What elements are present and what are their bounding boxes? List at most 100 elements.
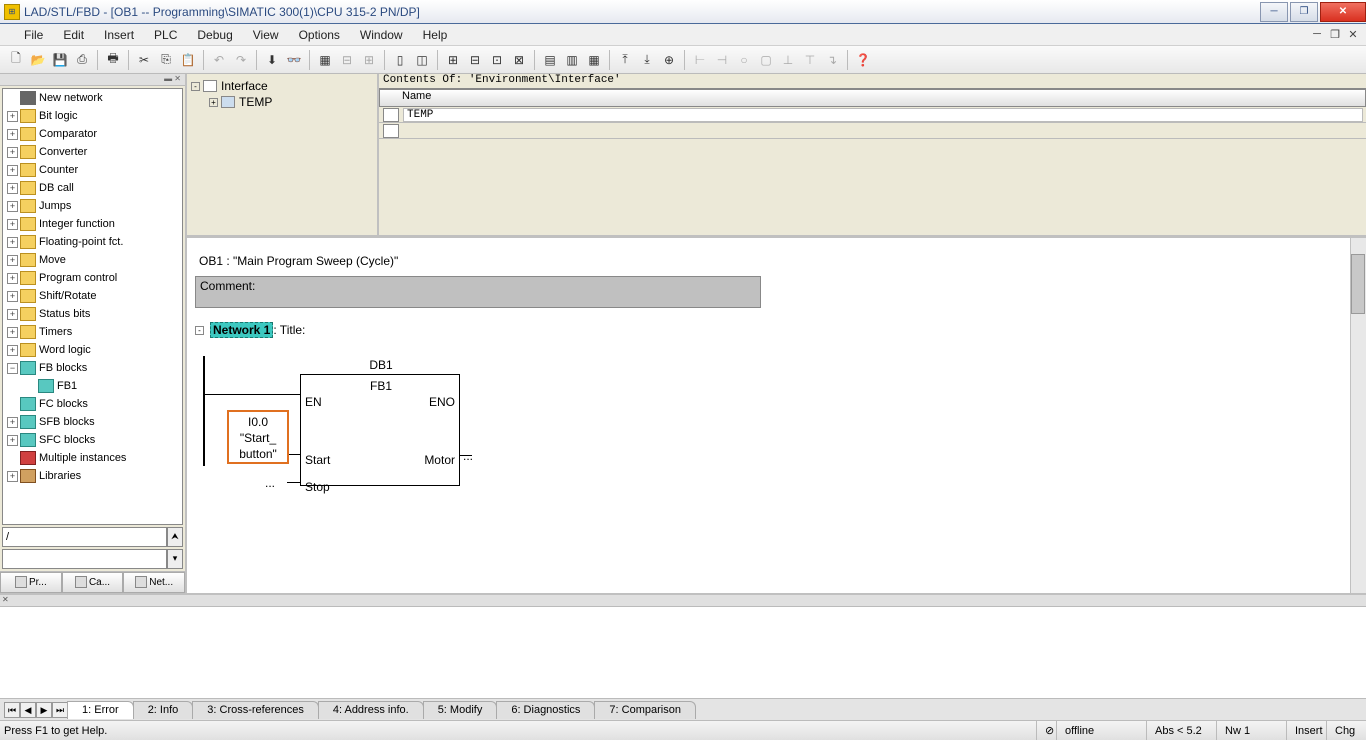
menu-plc[interactable]: PLC (144, 28, 187, 42)
download-icon[interactable]: ⬇ (262, 50, 282, 70)
sidebar-tab-call[interactable]: Ca... (62, 572, 124, 593)
tree-item-timers[interactable]: +Timers (3, 323, 182, 341)
env-col-name[interactable]: Name (379, 89, 1366, 107)
out-tab-error[interactable]: 1: Error (67, 701, 134, 719)
lad1-icon[interactable]: ⊞ (443, 50, 463, 70)
net1-icon[interactable]: ▤ (540, 50, 560, 70)
ref-icon[interactable]: ⊟ (337, 50, 357, 70)
out-tab-info[interactable]: 2: Info (133, 701, 194, 719)
out-nav-last-icon[interactable]: ⏭ (52, 702, 68, 718)
con5-icon[interactable]: ⊥ (778, 50, 798, 70)
out-tab-comp[interactable]: 7: Comparison (594, 701, 696, 719)
menu-debug[interactable]: Debug (187, 28, 242, 42)
tree-item-fb-blocks[interactable]: −FB blocks (3, 359, 182, 377)
out-tab-diag[interactable]: 6: Diagnostics (496, 701, 595, 719)
con3-icon[interactable]: ○ (734, 50, 754, 70)
sidebar-close-icon[interactable]: ▬ ✕ (0, 74, 185, 86)
tree-item-fb1[interactable]: FB1 (3, 377, 182, 395)
interface-tree[interactable]: -Interface +TEMP (187, 74, 379, 235)
copy-icon[interactable]: ⎘ (156, 50, 176, 70)
redo-icon[interactable]: ↷ (231, 50, 251, 70)
save-icon[interactable]: 💾 (50, 50, 70, 70)
out-nav-prev-icon[interactable]: ◀ (20, 702, 36, 718)
con4-icon[interactable]: ▢ (756, 50, 776, 70)
cut-icon[interactable]: ✂ (134, 50, 154, 70)
out-nav-next-icon[interactable]: ▶ (36, 702, 52, 718)
instruction-tree[interactable]: New network+Bit logic+Comparator+Convert… (2, 88, 183, 525)
fb-block[interactable]: DB1 FB1 EN ENO Start Stop Motor (300, 374, 460, 486)
open-icon[interactable]: 📂 (28, 50, 48, 70)
out-nav-first-icon[interactable]: ⏮ (4, 702, 20, 718)
con6-icon[interactable]: ⊤ (800, 50, 820, 70)
comment-box[interactable]: Comment: (195, 276, 761, 308)
tree-item-new-network[interactable]: New network (3, 89, 182, 107)
tree-item-fc-blocks[interactable]: FC blocks (3, 395, 182, 413)
network-label[interactable]: Network 1 (210, 322, 273, 338)
module-icon[interactable]: ▦ (315, 50, 335, 70)
tree-item-integer-function[interactable]: +Integer function (3, 215, 182, 233)
env-row-empty[interactable] (379, 123, 1366, 139)
mdi-close-icon[interactable]: ✕ (1344, 28, 1362, 41)
filter-input[interactable] (2, 527, 167, 547)
start-operand[interactable]: I0.0 "Start_ button" (227, 410, 289, 464)
editor-scrollbar[interactable] (1350, 238, 1366, 593)
goto3-icon[interactable]: ⊕ (659, 50, 679, 70)
menu-edit[interactable]: Edit (53, 28, 94, 42)
help-icon[interactable]: ❓ (853, 50, 873, 70)
mdi-minimize-icon[interactable]: ─ (1308, 28, 1326, 41)
tree-item-comparator[interactable]: +Comparator (3, 125, 182, 143)
lad2-icon[interactable]: ⊟ (465, 50, 485, 70)
tree-item-sfb-blocks[interactable]: +SFB blocks (3, 413, 182, 431)
menu-insert[interactable]: Insert (94, 28, 144, 42)
tree-item-word-logic[interactable]: +Word logic (3, 341, 182, 359)
motor-unassigned[interactable]: ... (463, 449, 473, 463)
tree-item-status-bits[interactable]: +Status bits (3, 305, 182, 323)
menu-help[interactable]: Help (413, 28, 458, 42)
net3-icon[interactable]: ▦ (584, 50, 604, 70)
menu-file[interactable]: File (14, 28, 53, 42)
lad3-icon[interactable]: ⊡ (487, 50, 507, 70)
tree-item-sfc-blocks[interactable]: +SFC blocks (3, 431, 182, 449)
undo-icon[interactable]: ↶ (209, 50, 229, 70)
tree-item-move[interactable]: +Move (3, 251, 182, 269)
tree-item-jumps[interactable]: +Jumps (3, 197, 182, 215)
out-tab-modify[interactable]: 5: Modify (423, 701, 498, 719)
mdi-restore-icon[interactable]: ❐ (1326, 28, 1344, 41)
saveall-icon[interactable]: ⎙ (72, 50, 92, 70)
filter2-input[interactable] (2, 549, 167, 569)
lad4-icon[interactable]: ⊠ (509, 50, 529, 70)
tree-item-counter[interactable]: +Counter (3, 161, 182, 179)
maximize-button[interactable]: ❐ (1290, 2, 1318, 22)
tree-item-db-call[interactable]: +DB call (3, 179, 182, 197)
window1-icon[interactable]: ▯ (390, 50, 410, 70)
out-tab-addr[interactable]: 4: Address info. (318, 701, 424, 719)
stop-unassigned[interactable]: ... (265, 476, 275, 490)
sidebar-tab-network[interactable]: Net... (123, 572, 185, 593)
ladder-diagram[interactable]: DB1 FB1 EN ENO Start Stop Motor I0.0 "St… (203, 356, 583, 506)
tree-item-program-control[interactable]: +Program control (3, 269, 182, 287)
close-button[interactable]: ✕ (1320, 2, 1366, 22)
sidebar-tab-program[interactable]: Pr... (0, 572, 62, 593)
paste-icon[interactable]: 📋 (178, 50, 198, 70)
menu-options[interactable]: Options (289, 28, 350, 42)
monitor-icon[interactable]: 👓 (284, 50, 304, 70)
sym-icon[interactable]: ⊞ (359, 50, 379, 70)
tree-item-libraries[interactable]: +Libraries (3, 467, 182, 485)
print-icon[interactable]: 🖶 (103, 50, 123, 70)
filter-dropdown-icon[interactable]: ▾ (167, 549, 183, 569)
tree-item-converter[interactable]: +Converter (3, 143, 182, 161)
goto1-icon[interactable]: ⤒ (615, 50, 635, 70)
tree-item-bit-logic[interactable]: +Bit logic (3, 107, 182, 125)
tree-item-floating-point-fct-[interactable]: +Floating-point fct. (3, 233, 182, 251)
ladder-editor[interactable]: OB1 : "Main Program Sweep (Cycle)" Comme… (187, 238, 1366, 593)
con1-icon[interactable]: ⊢ (690, 50, 710, 70)
network-collapse-icon[interactable]: - (195, 326, 204, 335)
new-icon[interactable]: 🗋 (6, 50, 26, 70)
out-tab-xref[interactable]: 3: Cross-references (192, 701, 319, 719)
menu-view[interactable]: View (243, 28, 289, 42)
filter-up-icon[interactable]: ⮝ (167, 527, 183, 547)
tree-item-shift-rotate[interactable]: +Shift/Rotate (3, 287, 182, 305)
goto2-icon[interactable]: ⤓ (637, 50, 657, 70)
minimize-button[interactable]: ─ (1260, 2, 1288, 22)
tree-item-multiple-instances[interactable]: Multiple instances (3, 449, 182, 467)
